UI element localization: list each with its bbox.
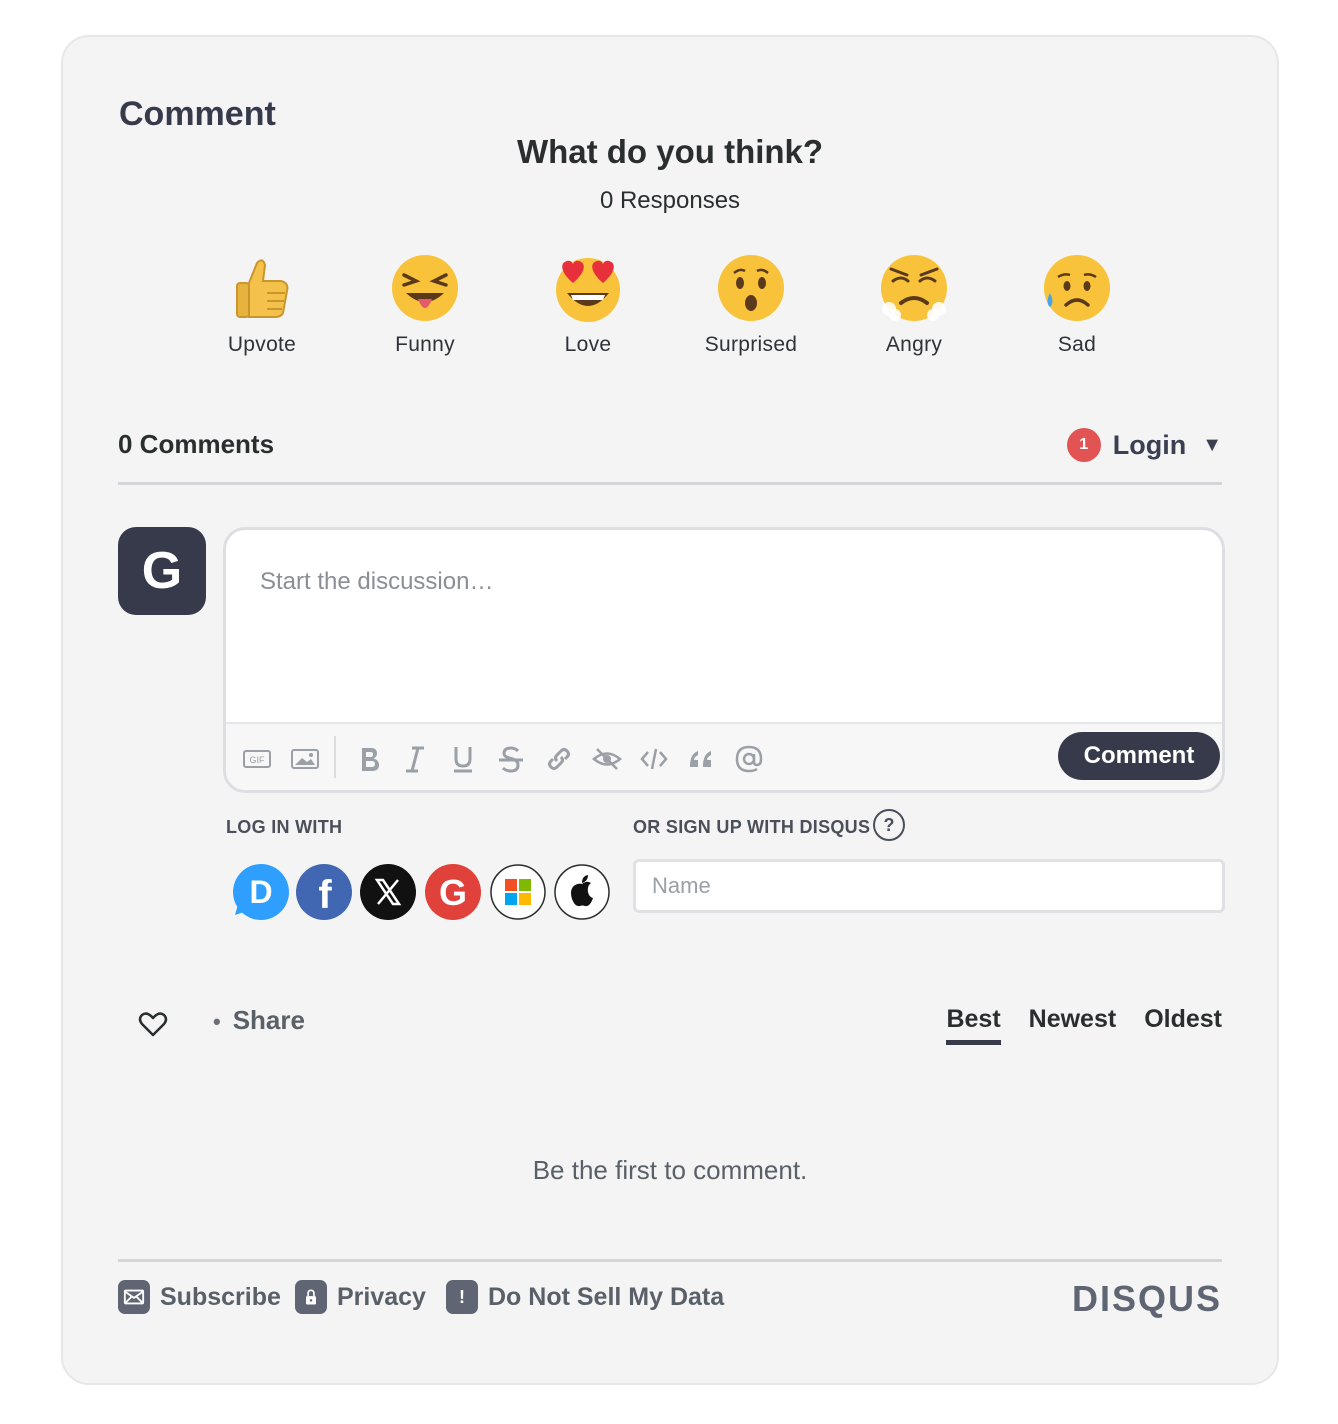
tab-oldest[interactable]: Oldest bbox=[1144, 1005, 1222, 1045]
subscribe-link[interactable]: Subscribe bbox=[118, 1280, 281, 1314]
thread-actions: • Share Best Newest Oldest bbox=[118, 1005, 1222, 1065]
facebook-login-button[interactable]: f bbox=[295, 863, 353, 921]
underline-icon bbox=[454, 747, 472, 773]
x-login-button[interactable] bbox=[359, 863, 417, 921]
underline-button[interactable] bbox=[446, 742, 480, 776]
name-input[interactable] bbox=[633, 859, 1225, 913]
envelope-icon bbox=[118, 1280, 150, 1314]
caret-down-icon: ▼ bbox=[1202, 433, 1222, 456]
reaction-label: Sad bbox=[1057, 333, 1097, 356]
quote-button[interactable] bbox=[684, 742, 718, 776]
toolbar-divider bbox=[334, 736, 336, 778]
comments-count: 0 Comments bbox=[118, 429, 275, 459]
heart-eyes-face-icon bbox=[556, 258, 620, 322]
microsoft-logo-icon bbox=[490, 864, 546, 920]
spoiler-button[interactable] bbox=[590, 742, 624, 776]
comment-textarea[interactable]: Start the discussion… bbox=[260, 568, 493, 596]
svg-text:G: G bbox=[439, 872, 467, 913]
link-button[interactable] bbox=[542, 742, 576, 776]
reactions-question: What do you think? bbox=[516, 133, 824, 170]
editor-toolbar: GIF Comment bbox=[226, 722, 1222, 790]
privacy-link[interactable]: Privacy bbox=[295, 1280, 426, 1314]
microsoft-login-button[interactable] bbox=[489, 863, 547, 921]
quote-icon bbox=[690, 751, 711, 767]
strikethrough-icon bbox=[499, 746, 523, 773]
signup-with-label: OR SIGN UP WITH DISQUS bbox=[633, 817, 871, 837]
exclamation-icon: ! bbox=[446, 1280, 478, 1314]
apple-login-button[interactable] bbox=[553, 863, 611, 921]
heart-icon[interactable] bbox=[138, 1009, 168, 1039]
help-icon[interactable]: ? bbox=[873, 809, 905, 841]
svg-text:GIF: GIF bbox=[250, 755, 266, 765]
image-button[interactable] bbox=[288, 742, 322, 776]
disqus-logo[interactable]: DISQUS bbox=[1072, 1278, 1222, 1320]
reaction-funny[interactable]: Funny bbox=[355, 253, 495, 357]
reaction-label: Upvote bbox=[227, 333, 297, 356]
subscribe-label: Subscribe bbox=[160, 1282, 281, 1311]
bold-icon bbox=[362, 748, 379, 771]
apple-logo-icon bbox=[554, 864, 610, 920]
bold-button[interactable] bbox=[352, 742, 386, 776]
empty-state-message: Be the first to comment. bbox=[532, 1155, 808, 1185]
sort-tabs: Best Newest Oldest bbox=[946, 1005, 1222, 1045]
reactions-header: What do you think? 0 Responses bbox=[63, 133, 1277, 215]
eye-slash-icon bbox=[592, 748, 622, 770]
italic-icon bbox=[406, 746, 424, 773]
strikethrough-button[interactable] bbox=[494, 742, 528, 776]
google-login-button[interactable]: G bbox=[424, 863, 482, 921]
comments-header: 0 Comments 1 Login ▼ bbox=[118, 425, 1222, 485]
image-icon bbox=[291, 749, 319, 769]
reaction-label: Love bbox=[564, 333, 612, 356]
gif-icon: GIF bbox=[243, 750, 271, 768]
code-icon bbox=[640, 748, 668, 770]
do-not-sell-link[interactable]: ! Do Not Sell My Data bbox=[446, 1280, 724, 1314]
svg-text:f: f bbox=[318, 873, 332, 917]
reaction-surprised[interactable]: Surprised bbox=[681, 253, 821, 357]
notification-badge: 1 bbox=[1066, 428, 1101, 462]
link-icon bbox=[548, 748, 570, 770]
reaction-love[interactable]: Love bbox=[518, 253, 658, 357]
svg-text:D: D bbox=[249, 874, 272, 910]
sad-face-icon bbox=[1044, 255, 1110, 321]
tab-best[interactable]: Best bbox=[946, 1005, 1001, 1045]
lock-icon bbox=[295, 1280, 327, 1314]
do-not-sell-label: Do Not Sell My Data bbox=[488, 1282, 725, 1311]
code-button[interactable] bbox=[637, 742, 671, 776]
reaction-angry[interactable]: Angry bbox=[844, 253, 984, 357]
reaction-label: Angry bbox=[885, 333, 943, 356]
gif-button[interactable]: GIF bbox=[240, 742, 274, 776]
disqus-logo-icon: D bbox=[233, 864, 289, 920]
comment-editor[interactable]: Start the discussion… GIF Comment bbox=[223, 527, 1225, 793]
comments-widget: Comment What do you think? 0 Responses U… bbox=[61, 35, 1279, 1385]
bullet-separator: • bbox=[213, 1009, 221, 1034]
login-label: Login bbox=[1112, 429, 1187, 460]
facebook-logo-icon: f bbox=[296, 864, 352, 920]
footer: Subscribe Privacy ! Do Not Sell My Data … bbox=[118, 1259, 1222, 1339]
italic-button[interactable] bbox=[398, 742, 432, 776]
reaction-upvote[interactable]: Upvote bbox=[192, 253, 332, 357]
reaction-label: Funny bbox=[395, 333, 455, 356]
at-sign-icon bbox=[735, 745, 763, 773]
surprised-face-icon bbox=[718, 255, 784, 321]
reaction-sad[interactable]: Sad bbox=[1007, 253, 1147, 357]
thumbs-up-icon bbox=[236, 259, 289, 318]
share-button[interactable]: • Share bbox=[213, 1005, 305, 1036]
reactions-row: Upvote Funny Love Surprised Angry Sad bbox=[192, 253, 1172, 356]
login-with-label: LOG IN WITH bbox=[226, 817, 343, 837]
angry-face-icon bbox=[881, 255, 947, 321]
comment-submit-button[interactable]: Comment bbox=[1058, 732, 1220, 780]
x-logo-icon bbox=[360, 864, 416, 920]
reactions-count: 0 Responses bbox=[599, 187, 741, 214]
mention-button[interactable] bbox=[732, 742, 766, 776]
share-label: Share bbox=[232, 1005, 305, 1035]
laughing-face-icon bbox=[392, 255, 458, 321]
avatar: G bbox=[118, 527, 206, 615]
reaction-label: Surprised bbox=[704, 333, 798, 356]
privacy-label: Privacy bbox=[337, 1282, 426, 1311]
tab-newest[interactable]: Newest bbox=[1029, 1005, 1117, 1045]
google-logo-icon: G bbox=[425, 864, 481, 920]
disqus-login-button[interactable]: D bbox=[231, 863, 289, 921]
section-title: Comment bbox=[119, 95, 276, 133]
login-menu[interactable]: 1 Login ▼ bbox=[1066, 425, 1222, 465]
